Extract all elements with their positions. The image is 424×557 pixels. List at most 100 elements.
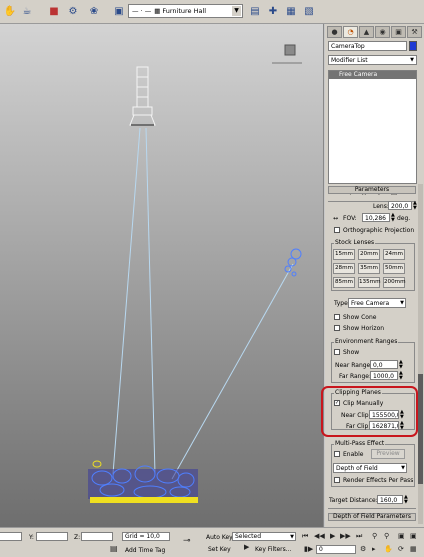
play-icon[interactable]: ▶ bbox=[330, 532, 335, 540]
utilities-icon[interactable]: ⚒ bbox=[407, 26, 422, 38]
time-config-icon[interactable]: ⚙ bbox=[360, 545, 366, 553]
scrollbar-thumb[interactable] bbox=[418, 374, 423, 484]
paste-icon[interactable]: ▦ bbox=[284, 3, 298, 19]
layer-icon: ▦ bbox=[154, 7, 161, 15]
main-toolbar: ✋ ☕ ■ ⚙ ❀ ▣ — · — ▦ Furniture Hall ▼ ▤ ✚… bbox=[0, 0, 424, 24]
zoom-all-icon[interactable]: ⚲ bbox=[384, 532, 389, 540]
fov-direction-icon[interactable]: ↔ bbox=[333, 215, 338, 222]
set-key-button[interactable]: Set Key bbox=[208, 546, 231, 553]
preview-button[interactable]: Preview bbox=[371, 449, 405, 459]
render-setup-icon[interactable]: ■ bbox=[46, 3, 62, 19]
environment-ranges-title: Environment Ranges bbox=[334, 338, 399, 345]
lens-85mm-button[interactable]: 85mm bbox=[333, 277, 355, 288]
perspective-viewport[interactable] bbox=[0, 24, 324, 527]
parameters-rollout-header[interactable]: Parameters bbox=[328, 186, 416, 194]
zoom-extents-all-icon[interactable]: ▣ bbox=[410, 532, 417, 540]
lens-20mm-button[interactable]: 20mm bbox=[358, 249, 380, 260]
chevron-down-icon: ▼ bbox=[410, 57, 414, 63]
modifier-list-label: Modifier List bbox=[331, 57, 368, 64]
camera-object[interactable] bbox=[129, 66, 156, 126]
select-icon[interactable]: ▣ bbox=[112, 3, 126, 19]
lens-200mm-button[interactable]: 200mm bbox=[383, 277, 406, 288]
copy-icon[interactable]: ▤ bbox=[248, 3, 262, 19]
near-range-input[interactable]: 0,0 bbox=[370, 360, 398, 369]
stack-item-free-camera[interactable]: Free Camera bbox=[329, 71, 416, 79]
particle-view-icon[interactable]: ❀ bbox=[86, 3, 102, 19]
env-show-checkbox[interactable] bbox=[334, 349, 340, 355]
lens-50mm-button[interactable]: 50mm bbox=[383, 263, 405, 274]
dof-rollout-header[interactable]: Depth of Field Parameters bbox=[328, 513, 416, 521]
render-icon[interactable]: ⚙ bbox=[66, 3, 80, 19]
object-color-swatch[interactable] bbox=[409, 41, 417, 51]
show-horizon-label: Show Horizon bbox=[343, 325, 385, 332]
target-distance-label: Target Distance: bbox=[329, 497, 378, 504]
x-coordinate-field[interactable] bbox=[0, 532, 22, 541]
zoom-icon[interactable]: ⚲ bbox=[372, 532, 377, 540]
hierarchy-icon[interactable]: ▲ bbox=[359, 26, 374, 38]
env-show-label: Show bbox=[343, 349, 360, 356]
fov-label: FOV: bbox=[343, 215, 357, 222]
multipass-enable-checkbox[interactable] bbox=[334, 451, 340, 457]
lens-input[interactable]: 200,0 bbox=[388, 201, 412, 210]
lens-35mm-button[interactable]: 35mm bbox=[358, 263, 380, 274]
panel-tabs: ● ◔ ▲ ◉ ▣ ⚒ bbox=[327, 26, 422, 38]
panel-scrollbar[interactable] bbox=[418, 184, 423, 524]
modifier-list-dropdown[interactable]: Modifier List ▼ bbox=[328, 55, 417, 65]
far-range-spinner[interactable]: ▲ ▼ bbox=[399, 371, 404, 381]
add-icon[interactable]: ✚ bbox=[266, 3, 280, 19]
render-effects-checkbox[interactable] bbox=[334, 477, 340, 483]
add-time-tag-button[interactable]: Add Time Tag bbox=[125, 547, 165, 554]
z-coordinate-field[interactable] bbox=[81, 532, 113, 541]
camera-type-dropdown[interactable]: Free Camera ▼ bbox=[348, 298, 406, 308]
key-filters-button[interactable]: Key Filters... bbox=[255, 546, 292, 553]
maximize-viewport-icon[interactable]: ▦ bbox=[410, 545, 417, 553]
lens-28mm-button[interactable]: 28mm bbox=[333, 263, 355, 274]
lens-24mm-button[interactable]: 24mm bbox=[383, 249, 405, 260]
scene-name-combo[interactable]: — · — ▦ Furniture Hall ▼ bbox=[128, 4, 243, 18]
selection-dropdown[interactable]: Selected ▼ bbox=[232, 532, 296, 541]
fov-input[interactable]: 10,286 bbox=[362, 213, 390, 222]
chevron-down-icon: ▼ bbox=[401, 465, 405, 471]
effect-dropdown[interactable]: Depth of Field ▼ bbox=[333, 463, 407, 473]
target-distance-spinner[interactable]: ▲ ▼ bbox=[404, 495, 409, 505]
divider bbox=[328, 508, 416, 509]
lens-135mm-button[interactable]: 135mm bbox=[358, 277, 381, 288]
show-cone-checkbox[interactable] bbox=[334, 314, 340, 320]
lens-15mm-button[interactable]: 15mm bbox=[333, 249, 355, 260]
fov-spinner[interactable]: ▲ ▼ bbox=[391, 213, 396, 223]
key-mode-icon[interactable]: ▮▶ bbox=[304, 545, 313, 553]
previous-frame-icon[interactable]: ◀◀ bbox=[314, 532, 325, 540]
go-to-end-icon[interactable]: ⏭ bbox=[356, 532, 362, 541]
object-name-field[interactable]: CameraTop bbox=[328, 41, 407, 51]
pan-icon[interactable]: ✋ bbox=[3, 3, 17, 19]
create-icon[interactable]: ● bbox=[327, 26, 342, 38]
near-range-spinner[interactable]: ▲ ▼ bbox=[399, 360, 404, 370]
field-of-view-icon[interactable]: ▸ bbox=[372, 545, 376, 553]
delete-icon[interactable]: ▧ bbox=[302, 3, 316, 19]
motion-icon[interactable]: ◉ bbox=[375, 26, 390, 38]
teapot-icon[interactable]: ☕ bbox=[20, 3, 34, 19]
display-icon[interactable]: ▣ bbox=[391, 26, 406, 38]
pan-view-icon[interactable]: ✋ bbox=[384, 545, 393, 553]
next-frame-icon[interactable]: ▶▶ bbox=[340, 532, 351, 540]
modify-icon[interactable]: ◔ bbox=[343, 26, 358, 38]
view-mode-text: — · — bbox=[132, 7, 152, 15]
key-icon[interactable]: ⊸ bbox=[183, 536, 191, 546]
furniture-geometry bbox=[88, 460, 198, 503]
modifier-stack[interactable]: Free Camera bbox=[328, 70, 417, 184]
zoom-extents-icon[interactable]: ▣ bbox=[398, 532, 405, 540]
chevron-down-icon: ▼ bbox=[400, 300, 404, 306]
auto-key-button[interactable]: Auto Key bbox=[206, 534, 233, 541]
go-to-start-icon[interactable]: ⏮ bbox=[302, 532, 308, 541]
y-coordinate-field[interactable] bbox=[36, 532, 68, 541]
show-horizon-checkbox[interactable] bbox=[334, 325, 340, 331]
target-distance-input[interactable]: 160,0 bbox=[377, 495, 403, 504]
viewcube[interactable] bbox=[284, 44, 296, 56]
orbit-icon[interactable]: ⟳ bbox=[398, 545, 404, 553]
far-range-input[interactable]: 1000,0 bbox=[370, 371, 398, 380]
show-cone-label: Show Cone bbox=[343, 314, 377, 321]
frame-field[interactable]: 0 bbox=[316, 545, 356, 554]
chevron-down-icon[interactable]: ▼ bbox=[232, 6, 241, 16]
light-object[interactable] bbox=[284, 248, 302, 277]
orthographic-checkbox[interactable] bbox=[334, 227, 340, 233]
